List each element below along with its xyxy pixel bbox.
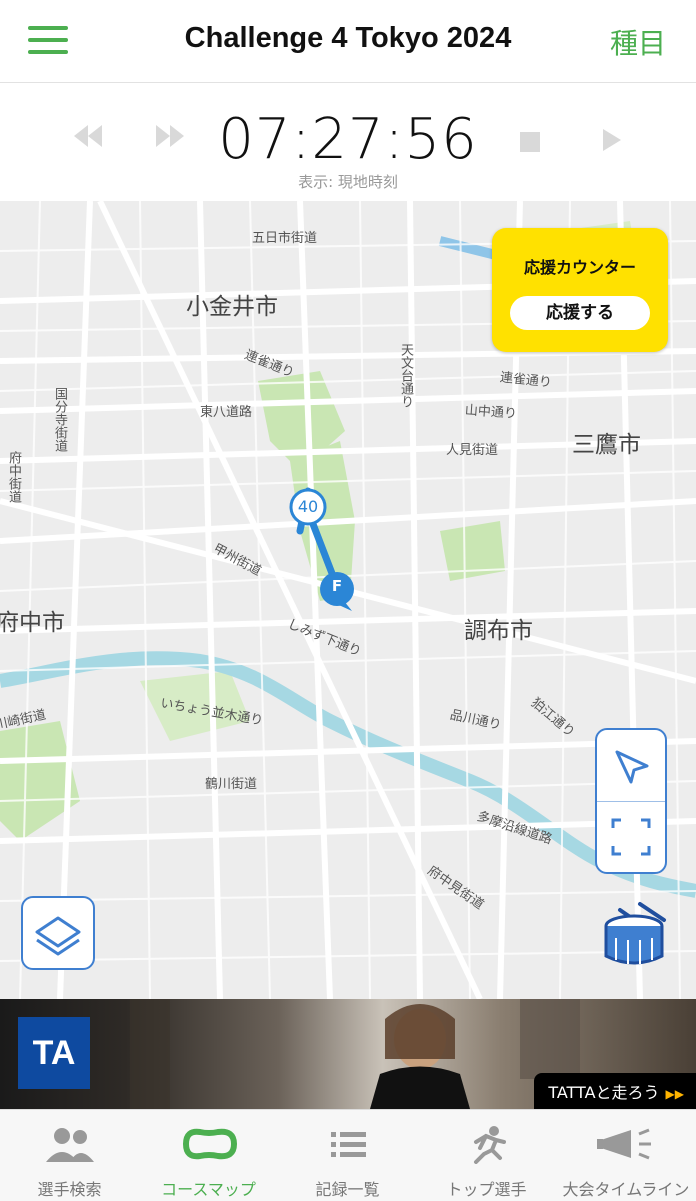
tab-label: 選手検索 xyxy=(37,1180,102,1199)
map-label: 東八道路 xyxy=(200,405,253,420)
finish-marker-label: F xyxy=(331,577,343,595)
map-label: 国分寺街道 xyxy=(52,387,67,452)
cta-arrows-icon: ▶▶ xyxy=(665,1087,684,1101)
clock-timezone-note: 表示: 現地時刻 xyxy=(298,173,398,191)
runner-icon xyxy=(417,1124,556,1164)
tab-records[interactable]: 記録一覧 xyxy=(278,1110,417,1201)
people-icon xyxy=(0,1124,139,1164)
map-label: 人見街道 xyxy=(446,443,499,458)
map-label: 府中市 xyxy=(0,610,65,636)
tab-event-timeline[interactable]: 大会タイムライン xyxy=(556,1110,696,1201)
banner-cta[interactable]: TATTAと走ろう ▶▶ xyxy=(534,1073,696,1109)
navigation-arrow-icon[interactable] xyxy=(597,730,665,800)
tab-label: 記録一覧 xyxy=(315,1180,380,1199)
map-label: 三鷹市 xyxy=(572,432,641,458)
ad-banner[interactable]: TA TATTAと走ろう ▶▶ xyxy=(0,999,696,1109)
megaphone-icon xyxy=(556,1124,696,1164)
play-icon[interactable] xyxy=(601,127,623,159)
playback-bar: 07:27:56 表示: 現地時刻 xyxy=(0,83,696,201)
category-button[interactable]: 種目 xyxy=(610,22,666,62)
cheer-counter-title: 応援カウンター xyxy=(523,258,636,277)
banner-cta-text: TATTAと走ろう xyxy=(548,1083,660,1102)
page-title: Challenge 4 Tokyo 2024 xyxy=(184,22,512,54)
tab-top-athletes[interactable]: トップ選手 xyxy=(417,1110,556,1201)
list-icon xyxy=(278,1124,417,1164)
stop-icon[interactable] xyxy=(519,129,541,159)
drum-icon[interactable] xyxy=(600,898,672,968)
layers-icon[interactable] xyxy=(21,896,95,970)
race-clock: 07:27:56 xyxy=(218,107,478,172)
cheer-button[interactable]: 応援する xyxy=(510,296,650,330)
map-label: 鶴川街道 xyxy=(205,777,258,792)
map-label: 府中街道 xyxy=(6,451,21,503)
ta-logo: TA xyxy=(18,1017,90,1089)
app-header: Challenge 4 Tokyo 2024 種目 xyxy=(0,0,696,83)
map-label: 五日市街道 xyxy=(252,231,318,246)
tab-course-map[interactable]: コースマップ xyxy=(139,1110,278,1201)
map-label: 小金井市 xyxy=(186,294,278,320)
map-label: 山中通り xyxy=(464,403,518,422)
map-label: 調布市 xyxy=(464,618,533,644)
tab-bar: 選手検索 コースマップ 記録一覧 トップ選手 大会タイムライン xyxy=(0,1109,696,1201)
fit-bounds-icon[interactable] xyxy=(597,802,665,872)
cheer-counter-card: 応援カウンター 応援する xyxy=(492,228,668,352)
km-marker-label: 40 xyxy=(297,497,319,516)
course-loop-icon xyxy=(139,1124,278,1164)
map-label: 天文台通り xyxy=(398,343,413,408)
tab-athlete-search[interactable]: 選手検索 xyxy=(0,1110,139,1201)
tab-label: コースマップ xyxy=(161,1180,256,1199)
tama-river xyxy=(0,651,696,898)
map-tool-group xyxy=(595,728,667,874)
tab-label: 大会タイムライン xyxy=(562,1180,690,1199)
tab-label: トップ選手 xyxy=(446,1180,527,1199)
